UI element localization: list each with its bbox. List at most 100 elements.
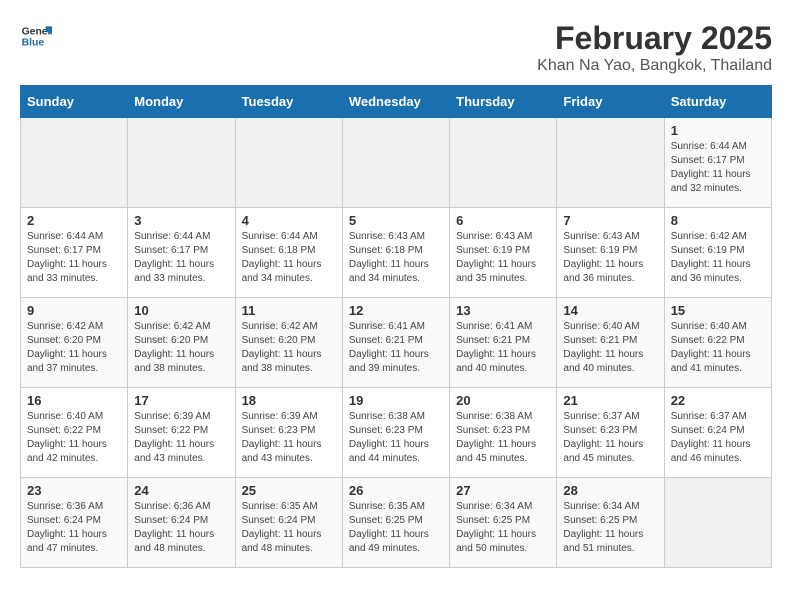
calendar-cell: 10Sunrise: 6:42 AM Sunset: 6:20 PM Dayli… (128, 298, 235, 388)
day-number: 24 (134, 483, 228, 498)
calendar-header-row: SundayMondayTuesdayWednesdayThursdayFrid… (21, 86, 772, 118)
calendar-cell: 11 Sunrise: 6:42 AM Sunset: 6:20 PM Dayli… (235, 298, 342, 388)
day-info: Sunrise: 6:41 AM Sunset: 6:21 PM Dayligh… (456, 320, 550, 376)
calendar-week-row: 23Sunrise: 6:36 AM Sunset: 6:24 PM Dayli… (21, 478, 772, 568)
day-info: Sunrise: 6:39 AM Sunset: 6:23 PM Dayligh… (242, 410, 336, 466)
day-number: 14 (563, 303, 657, 318)
day-number: 7 (563, 213, 657, 228)
calendar-cell (128, 118, 235, 208)
day-info: Sunrise: 6:40 AM Sunset: 6:22 PM Dayligh… (671, 320, 765, 376)
logo: General Blue (20, 20, 52, 52)
day-info: Sunrise: 6:43 AM Sunset: 6:19 PM Dayligh… (456, 230, 550, 286)
day-number: 11 (242, 303, 336, 318)
day-info: Sunrise: 6:41 AM Sunset: 6:21 PM Dayligh… (349, 320, 443, 376)
calendar-cell: 20 Sunrise: 6:38 AM Sunset: 6:23 PM Dayli… (450, 388, 557, 478)
day-number: 9 (27, 303, 121, 318)
calendar-cell: 9 Sunrise: 6:42 AM Sunset: 6:20 PM Daylig… (21, 298, 128, 388)
day-number: 8 (671, 213, 765, 228)
day-number: 3 (134, 213, 228, 228)
day-info: Sunrise: 6:34 AM Sunset: 6:25 PM Dayligh… (456, 500, 550, 556)
calendar-cell: 13 Sunrise: 6:41 AM Sunset: 6:21 PM Dayli… (450, 298, 557, 388)
day-number: 4 (242, 213, 336, 228)
day-info: Sunrise: 6:35 AM Sunset: 6:25 PM Dayligh… (349, 500, 443, 556)
day-info: Sunrise: 6:34 AM Sunset: 6:25 PM Dayligh… (563, 500, 657, 556)
calendar-cell: 24 Sunrise: 6:36 AM Sunset: 6:24 PM Dayli… (128, 478, 235, 568)
day-number: 25 (242, 483, 336, 498)
calendar-cell: 1 Sunrise: 6:44 AM Sunset: 6:17 PM Daylig… (664, 118, 771, 208)
calendar-cell: 19 Sunrise: 6:38 AM Sunset: 6:23 PM Dayli… (342, 388, 449, 478)
calendar-cell: 14 Sunrise: 6:40 AM Sunset: 6:21 PM Dayli… (557, 298, 664, 388)
header-friday: Friday (557, 86, 664, 118)
day-info: Sunrise: 6:43 AM Sunset: 6:19 PM Dayligh… (563, 230, 657, 286)
day-info: Sunrise: 6:42 AM Sunset: 6:20 PM Dayligh… (27, 320, 121, 376)
calendar-cell: 7 Sunrise: 6:43 AM Sunset: 6:19 PM Daylig… (557, 208, 664, 298)
calendar-week-row: 9 Sunrise: 6:42 AM Sunset: 6:20 PM Daylig… (21, 298, 772, 388)
day-info: Sunrise: 6:44 AM Sunset: 6:17 PM Dayligh… (27, 230, 121, 286)
day-number: 2 (27, 213, 121, 228)
calendar-cell: 12Sunrise: 6:41 AM Sunset: 6:21 PM Dayli… (342, 298, 449, 388)
header-monday: Monday (128, 86, 235, 118)
day-info: Sunrise: 6:35 AM Sunset: 6:24 PM Dayligh… (242, 500, 336, 556)
calendar-cell: 6Sunrise: 6:43 AM Sunset: 6:19 PM Daylig… (450, 208, 557, 298)
calendar-cell: 4 Sunrise: 6:44 AM Sunset: 6:18 PM Daylig… (235, 208, 342, 298)
day-number: 28 (563, 483, 657, 498)
day-number: 27 (456, 483, 550, 498)
calendar-cell: 21 Sunrise: 6:37 AM Sunset: 6:23 PM Dayli… (557, 388, 664, 478)
calendar-cell (21, 118, 128, 208)
day-info: Sunrise: 6:40 AM Sunset: 6:21 PM Dayligh… (563, 320, 657, 376)
calendar-week-row: 16 Sunrise: 6:40 AM Sunset: 6:22 PM Dayli… (21, 388, 772, 478)
day-number: 21 (563, 393, 657, 408)
calendar-week-row: 1 Sunrise: 6:44 AM Sunset: 6:17 PM Daylig… (21, 118, 772, 208)
day-number: 22 (671, 393, 765, 408)
day-number: 10 (134, 303, 228, 318)
day-info: Sunrise: 6:39 AM Sunset: 6:22 PM Dayligh… (134, 410, 228, 466)
calendar-cell: 27 Sunrise: 6:34 AM Sunset: 6:25 PM Dayli… (450, 478, 557, 568)
header-thursday: Thursday (450, 86, 557, 118)
calendar-cell: 3 Sunrise: 6:44 AM Sunset: 6:17 PM Daylig… (128, 208, 235, 298)
day-info: Sunrise: 6:36 AM Sunset: 6:24 PM Dayligh… (134, 500, 228, 556)
calendar-cell: 5 Sunrise: 6:43 AM Sunset: 6:18 PM Daylig… (342, 208, 449, 298)
header: General Blue February 2025 Khan Na Yao, … (20, 20, 772, 75)
calendar-cell: 2 Sunrise: 6:44 AM Sunset: 6:17 PM Daylig… (21, 208, 128, 298)
day-info: Sunrise: 6:38 AM Sunset: 6:23 PM Dayligh… (349, 410, 443, 466)
day-info: Sunrise: 6:44 AM Sunset: 6:17 PM Dayligh… (671, 140, 765, 196)
day-number: 26 (349, 483, 443, 498)
header-tuesday: Tuesday (235, 86, 342, 118)
calendar-cell: 16 Sunrise: 6:40 AM Sunset: 6:22 PM Dayli… (21, 388, 128, 478)
day-number: 13 (456, 303, 550, 318)
day-number: 16 (27, 393, 121, 408)
day-info: Sunrise: 6:37 AM Sunset: 6:23 PM Dayligh… (563, 410, 657, 466)
calendar-cell (450, 118, 557, 208)
day-info: Sunrise: 6:36 AM Sunset: 6:24 PM Dayligh… (27, 500, 121, 556)
day-info: Sunrise: 6:44 AM Sunset: 6:17 PM Dayligh… (134, 230, 228, 286)
calendar-cell (342, 118, 449, 208)
day-number: 5 (349, 213, 443, 228)
day-number: 20 (456, 393, 550, 408)
calendar-cell: 18Sunrise: 6:39 AM Sunset: 6:23 PM Dayli… (235, 388, 342, 478)
calendar-cell: 23Sunrise: 6:36 AM Sunset: 6:24 PM Dayli… (21, 478, 128, 568)
day-info: Sunrise: 6:44 AM Sunset: 6:18 PM Dayligh… (242, 230, 336, 286)
day-info: Sunrise: 6:42 AM Sunset: 6:19 PM Dayligh… (671, 230, 765, 286)
day-info: Sunrise: 6:42 AM Sunset: 6:20 PM Dayligh… (242, 320, 336, 376)
day-number: 19 (349, 393, 443, 408)
calendar-cell (664, 478, 771, 568)
calendar-cell (557, 118, 664, 208)
title-section: February 2025 Khan Na Yao, Bangkok, Thai… (537, 20, 772, 75)
day-info: Sunrise: 6:40 AM Sunset: 6:22 PM Dayligh… (27, 410, 121, 466)
day-number: 1 (671, 123, 765, 138)
day-info: Sunrise: 6:38 AM Sunset: 6:23 PM Dayligh… (456, 410, 550, 466)
calendar-cell (235, 118, 342, 208)
header-sunday: Sunday (21, 86, 128, 118)
calendar-cell: 17 Sunrise: 6:39 AM Sunset: 6:22 PM Dayli… (128, 388, 235, 478)
page-subtitle: Khan Na Yao, Bangkok, Thailand (537, 57, 772, 75)
calendar-cell: 28 Sunrise: 6:34 AM Sunset: 6:25 PM Dayli… (557, 478, 664, 568)
calendar-cell: 8 Sunrise: 6:42 AM Sunset: 6:19 PM Daylig… (664, 208, 771, 298)
day-number: 17 (134, 393, 228, 408)
calendar-week-row: 2 Sunrise: 6:44 AM Sunset: 6:17 PM Daylig… (21, 208, 772, 298)
day-info: Sunrise: 6:43 AM Sunset: 6:18 PM Dayligh… (349, 230, 443, 286)
calendar-cell: 22Sunrise: 6:37 AM Sunset: 6:24 PM Dayli… (664, 388, 771, 478)
page-title: February 2025 (537, 20, 772, 57)
header-wednesday: Wednesday (342, 86, 449, 118)
day-number: 15 (671, 303, 765, 318)
header-saturday: Saturday (664, 86, 771, 118)
